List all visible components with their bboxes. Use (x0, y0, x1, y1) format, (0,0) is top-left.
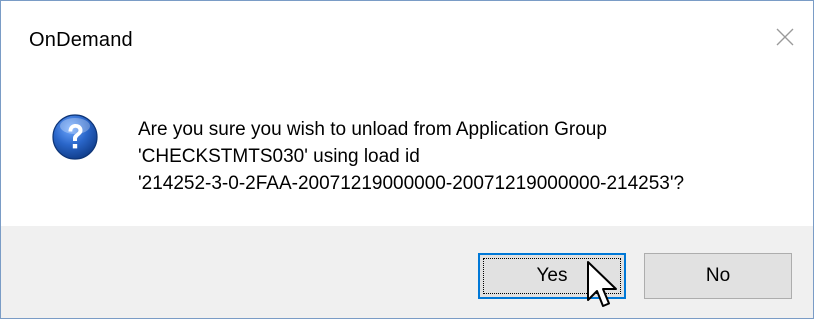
no-button[interactable]: No (644, 253, 792, 299)
message-line: Are you sure you wish to unload from App… (138, 119, 607, 140)
dialog-message: Are you sure you wish to unload from App… (138, 116, 798, 197)
question-icon (52, 114, 98, 160)
window-title: OnDemand (29, 29, 133, 51)
button-bar: Yes No (1, 226, 813, 318)
message-line: '214252-3-0-2FAA-20071219000000-20071219… (138, 173, 685, 194)
close-icon (776, 28, 794, 46)
title-bar[interactable]: OnDemand (1, 1, 813, 75)
yes-button-label: Yes (536, 265, 568, 286)
confirm-dialog: OnDemand Are you sure you wish to unload… (0, 0, 814, 319)
yes-button[interactable]: Yes (478, 253, 626, 299)
close-button[interactable] (765, 17, 805, 57)
dialog-content: Are you sure you wish to unload from App… (1, 75, 813, 226)
message-line: 'CHECKSTMTS030' using load id (138, 146, 420, 167)
no-button-label: No (705, 265, 731, 286)
